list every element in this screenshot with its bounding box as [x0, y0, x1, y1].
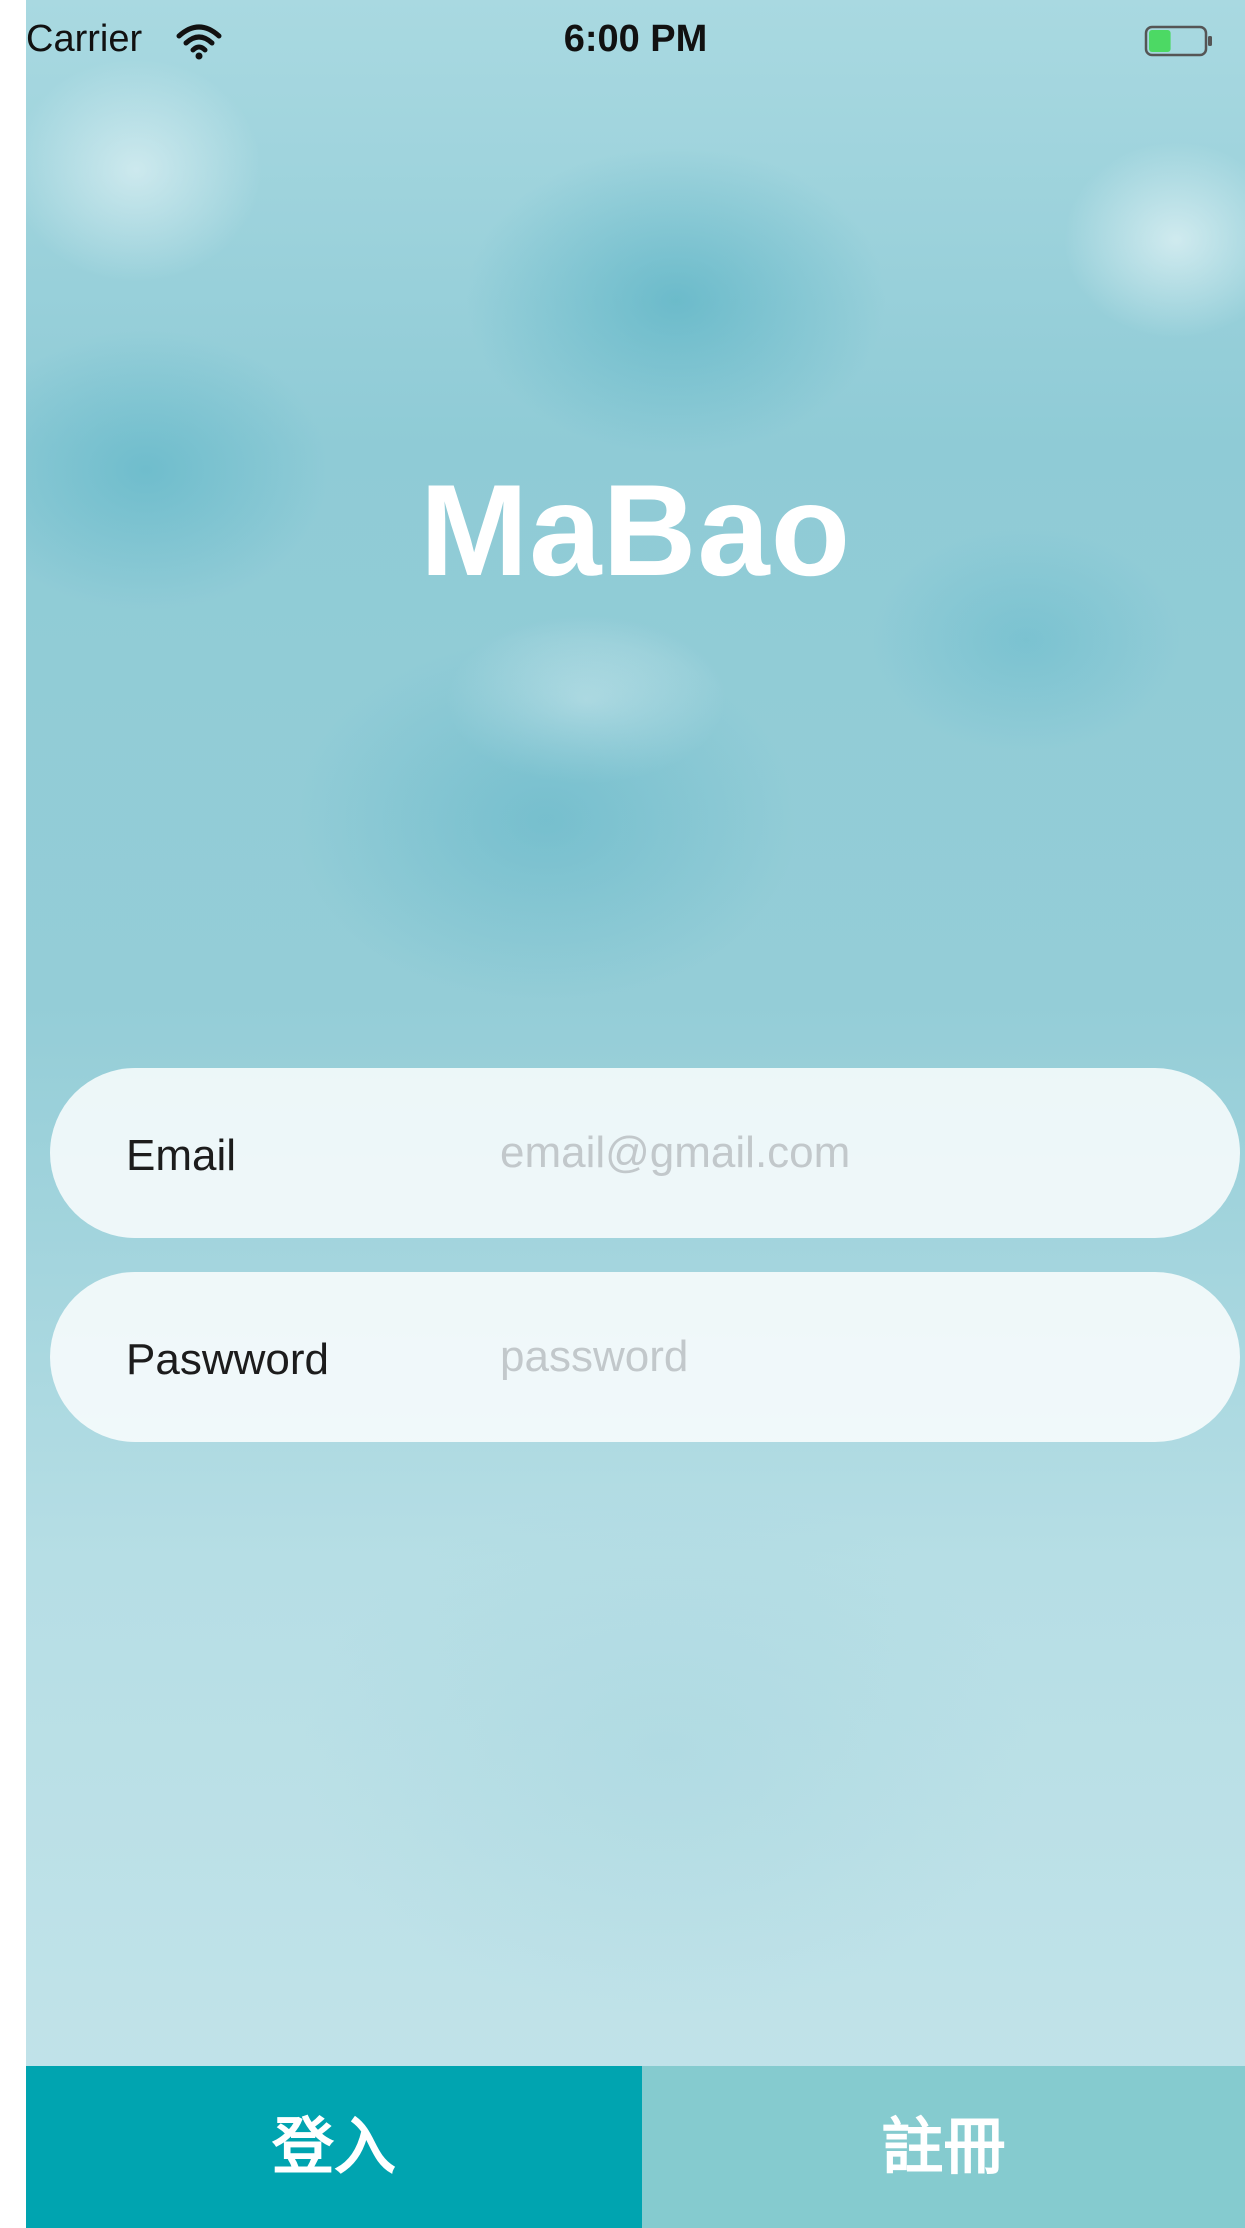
app-title: MaBao: [419, 457, 852, 603]
email-field-row: Email: [50, 1068, 1240, 1238]
password-input[interactable]: [500, 1322, 1180, 1392]
battery-icon: [1144, 25, 1212, 57]
watercolor-background: Carrier 6:00 PM MaBao Email Paswword: [26, 0, 1245, 2228]
register-button[interactable]: 註冊: [642, 2066, 1245, 2228]
login-screen: Carrier 6:00 PM MaBao Email Paswword: [0, 0, 1245, 2228]
bottom-action-bar: 登入 註冊: [26, 2066, 1245, 2228]
login-button[interactable]: 登入: [26, 2066, 642, 2228]
password-label: Paswword: [126, 1335, 329, 1384]
email-label: Email: [126, 1131, 237, 1180]
status-bar: Carrier 6:00 PM: [26, 0, 1245, 80]
password-field-row: Paswword: [50, 1272, 1240, 1442]
status-time: 6:00 PM: [563, 18, 708, 60]
email-input[interactable]: [500, 1118, 1180, 1188]
